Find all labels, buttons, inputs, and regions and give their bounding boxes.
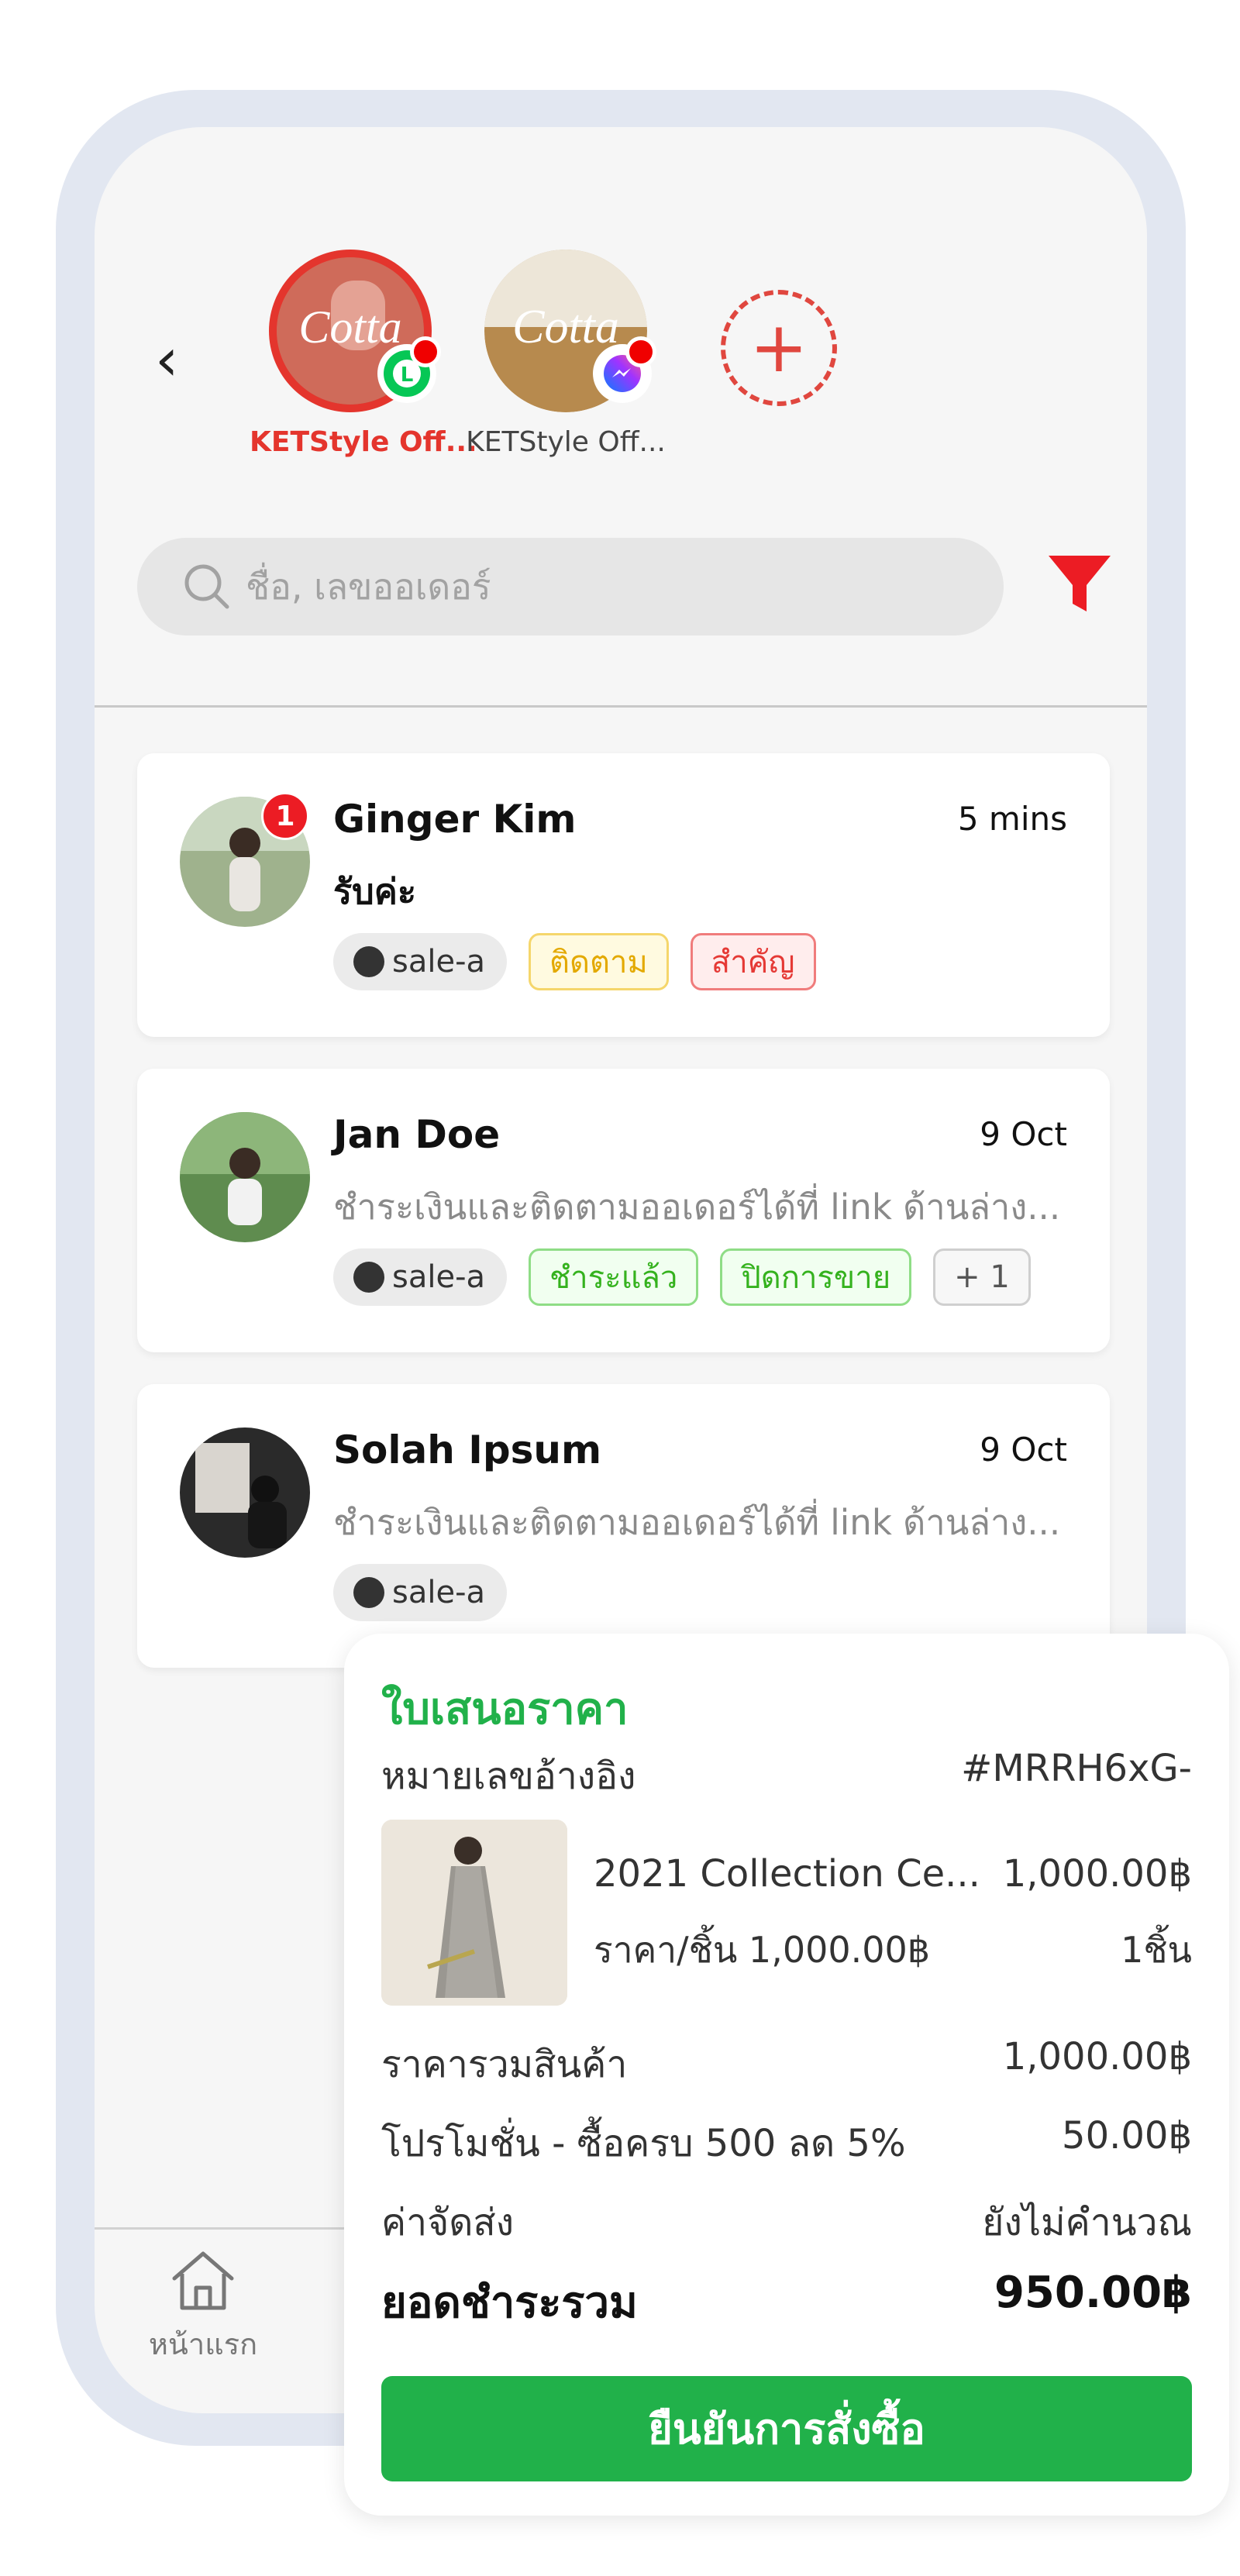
store-avatar: Cotta L — [269, 250, 441, 412]
contact-name: Ginger Kim — [333, 797, 577, 842]
quotation-title: ใบเสนอราคา — [381, 1684, 629, 1734]
contact-name: Solah Ipsum — [333, 1427, 602, 1472]
plus-icon: + — [749, 307, 808, 388]
last-message: ชำระเงินและติดตามออเดอร์ได้ที่ link ด้าน… — [333, 1502, 1061, 1543]
chat-card[interactable]: Solah Ipsum 9 Oct ชำระเงินและติดตามออเดอ… — [137, 1384, 1110, 1668]
svg-text:Cotta: Cotta — [298, 301, 401, 353]
svg-text:L: L — [401, 363, 414, 387]
reference-row: หมายเลขอ้างอิง #MRRH6xG- — [381, 1747, 1192, 1806]
label-tag[interactable]: ปิดการขาย — [720, 1248, 912, 1306]
add-store-button[interactable]: + — [721, 290, 837, 406]
message-time: 9 Oct — [980, 1431, 1067, 1469]
user-icon — [353, 946, 384, 977]
store-name: KETStyle Off... — [250, 426, 477, 458]
label-tag[interactable]: ติดตาม — [529, 933, 669, 990]
total-row: ยอดชำระรวม 950.00฿ — [381, 2268, 1192, 2337]
subtotal-value: 1,000.00฿ — [1002, 2035, 1192, 2078]
back-icon[interactable]: ‹ — [155, 329, 202, 391]
search-bar[interactable]: ชื่อ, เลขออเดอร์ — [137, 538, 1004, 635]
filter-icon[interactable] — [1045, 549, 1114, 619]
total-value: 950.00฿ — [994, 2268, 1192, 2318]
last-message: ชำระเงินและติดตามออเดอร์ได้ที่ link ด้าน… — [333, 1186, 1061, 1228]
assignee-tag[interactable]: sale-a — [333, 1564, 508, 1621]
message-time: 9 Oct — [980, 1115, 1067, 1153]
quotation-card: ใบเสนอราคา หมายเลขอ้างอิง #MRRH6xG- 2021… — [344, 1634, 1229, 2516]
promotion-label: โปรโมชั่น - ซื้อครบ 500 ลด 5% — [381, 2122, 906, 2165]
unit-price: ราคา/ชิ้น 1,000.00฿ — [594, 1929, 931, 1971]
assignee-tag[interactable]: sale-a — [333, 933, 508, 990]
promotion-value: 50.00฿ — [1062, 2114, 1192, 2158]
unread-badge: 1 — [261, 792, 309, 840]
avatar — [180, 1112, 310, 1242]
contact-name: Jan Doe — [333, 1112, 501, 1157]
product-name: 2021 Collection Ce... — [594, 1852, 980, 1896]
store-tab-line[interactable]: Cotta L KETStyle Off... — [250, 250, 477, 458]
more-tags-button[interactable]: + 1 — [933, 1248, 1031, 1306]
user-icon — [353, 1262, 384, 1293]
promotion-row: โปรโมชั่น - ซื้อครบ 500 ลด 5% 50.00฿ — [381, 2114, 1192, 2173]
nav-home-label: หน้าแรก — [148, 2327, 258, 2361]
store-avatar: Cotta — [484, 250, 656, 412]
confirm-order-button[interactable]: ยืนยันการสั่งซื้อ — [381, 2376, 1192, 2481]
product-price: 1,000.00฿ — [1002, 1852, 1192, 1896]
chat-card[interactable]: 1 Ginger Kim 5 mins รับค่ะ sale-a ติดตาม… — [137, 753, 1110, 1037]
reference-value: #MRRH6xG- — [961, 1747, 1192, 1790]
store-tab-messenger[interactable]: Cotta KETStyle Off... — [465, 250, 666, 458]
avatar — [180, 1427, 310, 1558]
store-name: KETStyle Off... — [466, 426, 666, 458]
total-label: ยอดชำระรวม — [381, 2278, 638, 2328]
product-quantity: 1ชิ้น — [1121, 1929, 1192, 1971]
last-message: รับค่ะ — [333, 871, 417, 912]
assignee-tag[interactable]: sale-a — [333, 1248, 508, 1306]
notification-dot — [625, 336, 656, 367]
nav-home[interactable]: หน้าแรก — [141, 2247, 265, 2368]
search-icon — [184, 564, 229, 609]
chat-card[interactable]: Jan Doe 9 Oct ชำระเงินและติดตามออเดอร์ได… — [137, 1069, 1110, 1352]
label-tag[interactable]: สำคัญ — [690, 933, 816, 990]
user-icon — [353, 1577, 384, 1608]
shipping-label: ค่าจัดส่ง — [381, 2201, 515, 2244]
label-tag[interactable]: ชำระแล้ว — [529, 1248, 699, 1306]
message-time: 5 mins — [957, 800, 1067, 838]
subtotal-label: ราคารวมสินค้า — [381, 2043, 628, 2086]
search-input[interactable]: ชื่อ, เลขออเดอร์ — [246, 559, 491, 615]
notification-dot — [410, 336, 441, 367]
shipping-value: ยังไม่คำนวณ — [982, 2201, 1192, 2244]
svg-text:Cotta: Cotta — [512, 301, 619, 353]
shipping-row: ค่าจัดส่ง ยังไม่คำนวณ — [381, 2193, 1192, 2252]
reference-label: หมายเลขอ้างอิง — [381, 1755, 636, 1798]
home-icon — [172, 2251, 234, 2310]
subtotal-row: ราคารวมสินค้า 1,000.00฿ — [381, 2035, 1192, 2094]
product-image — [381, 1820, 567, 2006]
divider — [95, 705, 1147, 708]
